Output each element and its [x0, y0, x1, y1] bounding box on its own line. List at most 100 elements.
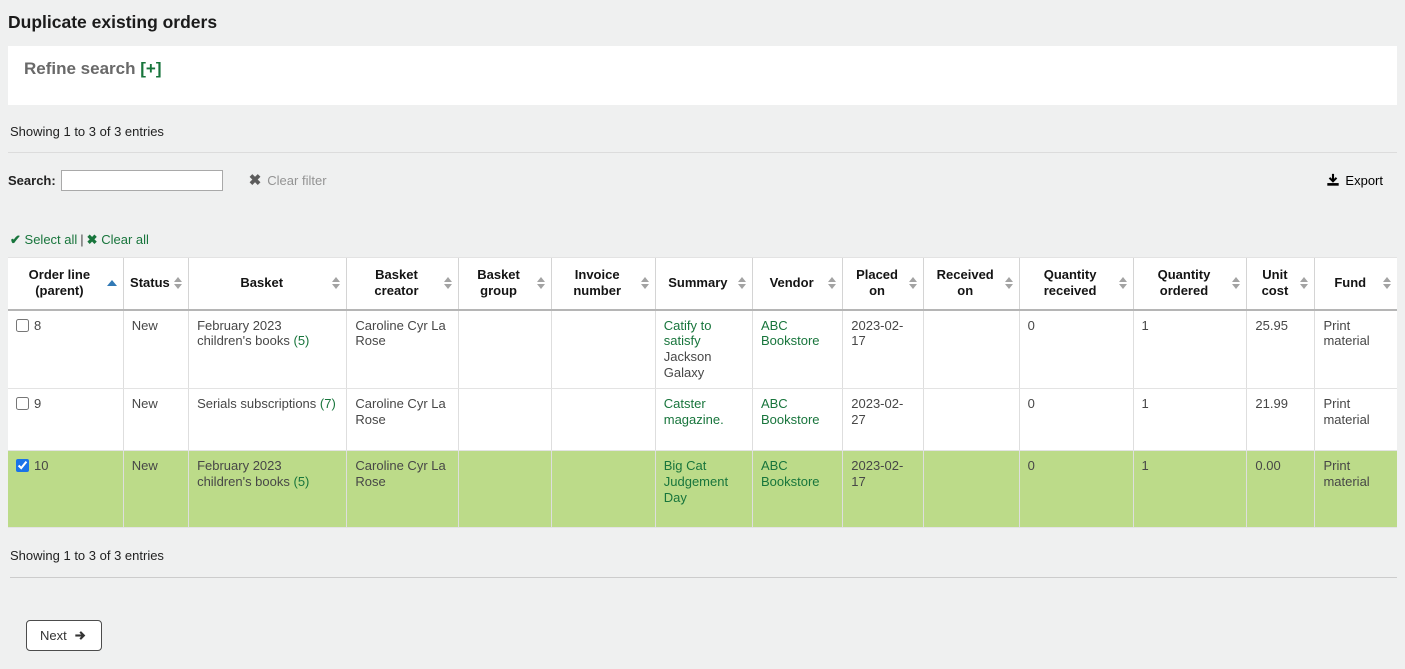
col-header-status[interactable]: Status — [123, 258, 188, 310]
cell-vendor: ABC Bookstore — [752, 450, 842, 527]
export-button[interactable]: Export — [1326, 173, 1383, 188]
col-label: Invoice number — [573, 267, 621, 298]
summary-title-link[interactable]: Catify to satisfy — [664, 318, 712, 349]
row-checkbox[interactable] — [16, 459, 29, 472]
summary-title-link[interactable]: Catster magazine. — [664, 396, 724, 427]
clear-filter-button[interactable]: ✖Clear filter — [249, 171, 327, 189]
table-row: 8 New February 2023 children's books (5)… — [8, 310, 1397, 389]
basket-name: February 2023 children's books — [197, 318, 290, 349]
cell-placed-on: 2023-02-17 — [843, 310, 924, 389]
sort-both-icon — [641, 277, 649, 289]
basket-link[interactable]: (5) — [294, 474, 310, 489]
cell-quantity-received: 0 — [1019, 388, 1133, 450]
export-label: Export — [1345, 173, 1383, 188]
sort-both-icon — [174, 277, 182, 289]
sort-both-icon — [1383, 277, 1391, 289]
cell-quantity-ordered: 1 — [1133, 310, 1247, 389]
orders-table: Order line (parent) Status Basket Basket… — [8, 257, 1397, 528]
cell-fund: Print material — [1315, 450, 1397, 527]
sort-both-icon — [1232, 277, 1240, 289]
search-label: Search: — [8, 173, 56, 188]
cell-basket-creator: Caroline Cyr La Rose — [347, 388, 458, 450]
cell-basket-group — [458, 450, 551, 527]
cell-unit-cost: 0.00 — [1247, 450, 1315, 527]
vendor-link[interactable]: ABC Bookstore — [761, 458, 820, 489]
cell-placed-on: 2023-02-27 — [843, 388, 924, 450]
page-container: Duplicate existing orders Refine search … — [0, 0, 1405, 669]
cell-invoice-number — [551, 388, 655, 450]
x-icon: ✖ — [87, 232, 98, 247]
cell-quantity-received: 0 — [1019, 310, 1133, 389]
col-label: Received on — [937, 267, 994, 298]
vendor-link[interactable]: ABC Bookstore — [761, 396, 820, 427]
col-label: Basket — [240, 275, 283, 290]
cell-quantity-ordered: 1 — [1133, 450, 1247, 527]
cell-invoice-number — [551, 310, 655, 389]
col-header-fund[interactable]: Fund — [1315, 258, 1397, 310]
summary-author: Jackson Galaxy — [664, 349, 712, 380]
basket-name: February 2023 children's books — [197, 458, 290, 489]
col-label: Basket creator — [374, 267, 418, 298]
col-label: Quantity ordered — [1158, 267, 1211, 298]
cell-vendor: ABC Bookstore — [752, 388, 842, 450]
cell-basket-creator: Caroline Cyr La Rose — [347, 450, 458, 527]
download-icon — [1326, 173, 1340, 187]
table-header: Order line (parent) Status Basket Basket… — [8, 258, 1397, 310]
sort-both-icon — [444, 277, 452, 289]
sort-both-icon — [738, 277, 746, 289]
vendor-link[interactable]: ABC Bookstore — [761, 318, 820, 349]
clear-all-link[interactable]: ✖ Clear all — [87, 232, 149, 247]
table-toolbar: Search: ✖Clear filter Export — [8, 167, 1397, 193]
row-checkbox[interactable] — [16, 319, 29, 332]
cell-received-on — [923, 388, 1019, 450]
order-line-number: 8 — [34, 318, 41, 333]
clear-all-label: Clear all — [101, 232, 149, 247]
cell-basket-creator: Caroline Cyr La Rose — [347, 310, 458, 389]
col-header-basket-group[interactable]: Basket group — [458, 258, 551, 310]
table-row-selected: 10 New February 2023 children's books (5… — [8, 450, 1397, 527]
col-header-order-line[interactable]: Order line (parent) — [8, 258, 123, 310]
col-header-quantity-ordered[interactable]: Quantity ordered — [1133, 258, 1247, 310]
sort-both-icon — [1119, 277, 1127, 289]
col-label: Basket group — [477, 267, 520, 298]
selection-links: ✔ Select all| ✖ Clear all — [10, 232, 1397, 248]
col-header-placed-on[interactable]: Placed on — [843, 258, 924, 310]
cell-status: New — [123, 310, 188, 389]
search-input[interactable] — [61, 170, 223, 191]
select-all-label: Select all — [25, 232, 78, 247]
col-header-unit-cost[interactable]: Unit cost — [1247, 258, 1315, 310]
cell-quantity-ordered: 1 — [1133, 388, 1247, 450]
cell-status: New — [123, 388, 188, 450]
col-header-received-on[interactable]: Received on — [923, 258, 1019, 310]
col-header-basket[interactable]: Basket — [189, 258, 347, 310]
col-header-vendor[interactable]: Vendor — [752, 258, 842, 310]
table-row: 9 New Serials subscriptions (7) Caroline… — [8, 388, 1397, 450]
col-label: Fund — [1334, 275, 1366, 290]
cell-summary: Catify to satisfy Jackson Galaxy — [655, 310, 752, 389]
col-header-basket-creator[interactable]: Basket creator — [347, 258, 458, 310]
col-label: Summary — [668, 275, 727, 290]
link-divider: | — [80, 232, 83, 247]
sort-both-icon — [537, 277, 545, 289]
summary-title-link[interactable]: Big Cat Judgement Day — [664, 458, 728, 505]
cell-basket-group — [458, 388, 551, 450]
cell-order-line: 8 — [8, 310, 123, 389]
refine-search-expand-toggle[interactable]: [+] — [140, 59, 161, 78]
cell-unit-cost: 25.95 — [1247, 310, 1315, 389]
refine-search-panel: Refine search [+] — [8, 46, 1397, 105]
refine-search-label: Refine search — [24, 59, 136, 78]
col-header-invoice-number[interactable]: Invoice number — [551, 258, 655, 310]
cell-status: New — [123, 450, 188, 527]
basket-link[interactable]: (7) — [320, 396, 336, 411]
page-title: Duplicate existing orders — [8, 12, 1397, 33]
cell-fund: Print material — [1315, 310, 1397, 389]
basket-link[interactable]: (5) — [294, 333, 310, 348]
select-all-link[interactable]: ✔ Select all — [10, 232, 77, 247]
cell-basket: February 2023 children's books (5) — [189, 450, 347, 527]
col-header-summary[interactable]: Summary — [655, 258, 752, 310]
row-checkbox[interactable] — [16, 397, 29, 410]
col-header-quantity-received[interactable]: Quantity received — [1019, 258, 1133, 310]
cell-basket-group — [458, 310, 551, 389]
arrow-right-icon — [74, 629, 88, 642]
col-label: Unit cost — [1262, 267, 1289, 298]
